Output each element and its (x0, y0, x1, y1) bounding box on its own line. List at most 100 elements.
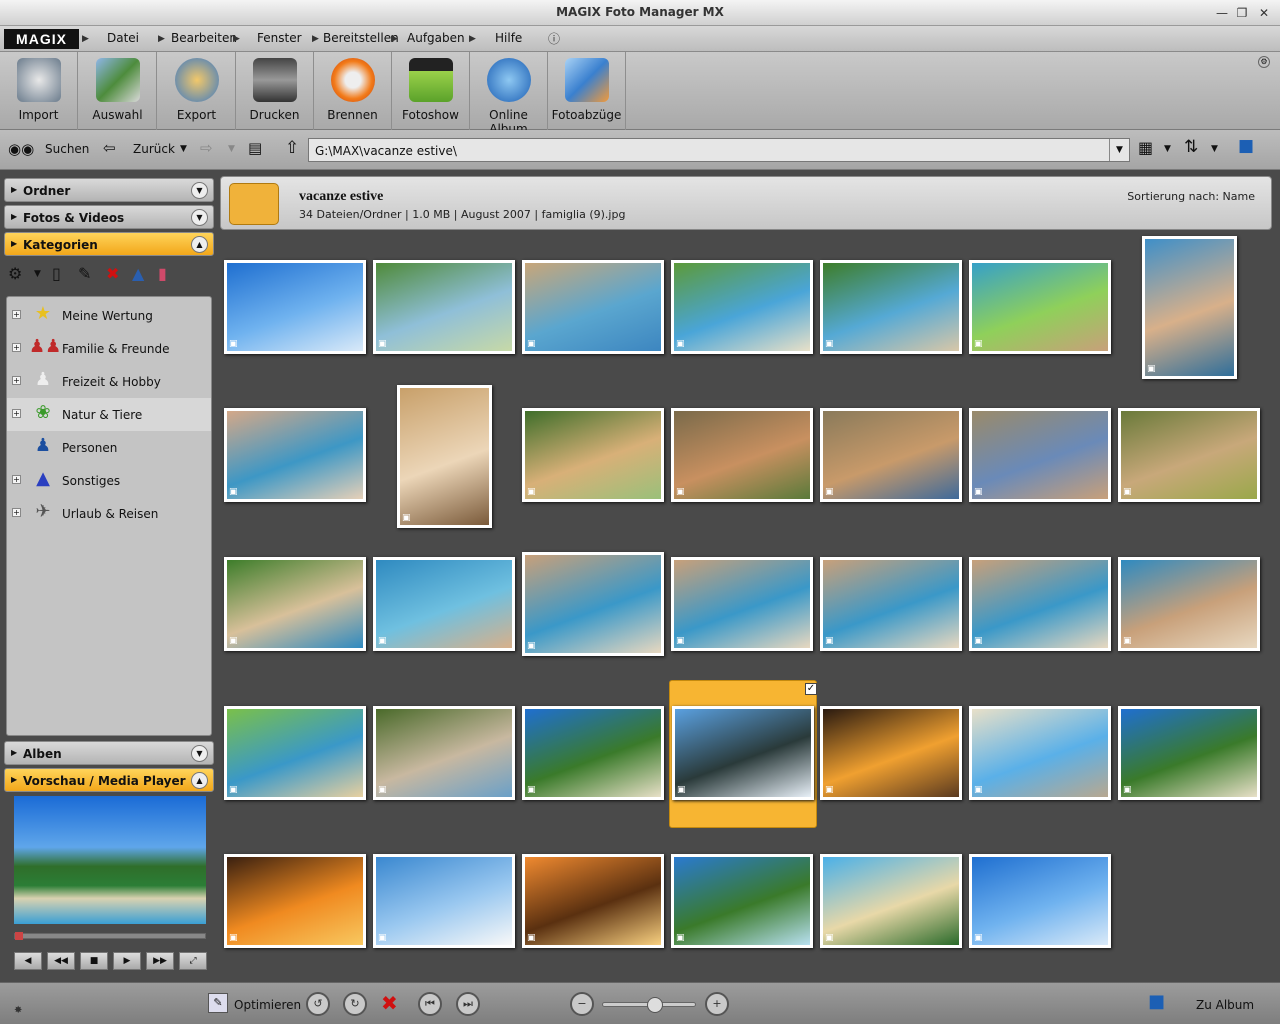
photo-thumbnail[interactable]: ▣ (671, 557, 813, 651)
photo-thumbnail[interactable]: ▣ (1118, 706, 1260, 800)
fotos-panel-header[interactable]: ▶ Fotos & Videos ▼ (4, 205, 214, 229)
photo-thumbnail[interactable]: ▣ (969, 408, 1111, 502)
forward-arrow-icon[interactable]: ⇨ (200, 139, 213, 157)
to-album-icon[interactable]: ■ (1148, 991, 1165, 1012)
eraser-icon[interactable]: ▮ (158, 264, 167, 283)
expand-plus-icon[interactable]: + (12, 376, 21, 385)
category-item[interactable]: + ★ Meine Wertung (7, 299, 211, 332)
chevron-down-icon[interactable]: ▼ (191, 182, 208, 199)
photo-thumbnail[interactable]: ▣ (522, 260, 664, 354)
checkbox-icon[interactable]: ✓ (805, 683, 817, 695)
fullscreen-icon[interactable]: ⤢ (179, 952, 207, 970)
fotoabzuege-button[interactable]: Fotoabzüge (548, 52, 626, 130)
chevron-up-icon[interactable]: ▲ (191, 772, 208, 789)
minimize-icon[interactable]: — (1214, 5, 1230, 21)
view-dropdown-icon[interactable]: ▼ (1164, 144, 1171, 154)
play-icon[interactable]: ▶ (113, 952, 141, 970)
category-item[interactable]: + ♟ Freizeit & Hobby (7, 365, 211, 398)
next-icon[interactable]: ⏭ (456, 992, 480, 1016)
restore-icon[interactable]: ❐ (1234, 5, 1250, 21)
photo-thumbnail[interactable]: ▣ (373, 854, 515, 948)
sort-icon[interactable]: ⇅ (1184, 137, 1198, 157)
kategorien-panel-header[interactable]: ▶ Kategorien ▲ (4, 232, 214, 256)
back-arrow-icon[interactable]: ⇦ (103, 139, 116, 157)
volume-icon[interactable]: ◀ (14, 952, 42, 970)
category-item[interactable]: + ❀ Natur & Tiere (7, 398, 211, 431)
photo-thumbnail[interactable]: ▣ (820, 557, 962, 651)
photo-thumbnail[interactable]: ▣ (373, 706, 515, 800)
category-item[interactable]: + ♟♟ Familie & Freunde (7, 332, 211, 365)
photo-thumbnail[interactable]: ▣ (224, 854, 366, 948)
photo-thumbnail[interactable]: ▣ (820, 854, 962, 948)
zoom-slider-handle[interactable] (647, 997, 663, 1013)
expand-plus-icon[interactable]: + (12, 409, 21, 418)
rotate-right-icon[interactable]: ↻ (343, 992, 367, 1016)
drucken-button[interactable]: Drucken (236, 52, 314, 130)
photo-thumbnail[interactable]: ▣ (224, 706, 366, 800)
menu-datei[interactable]: Datei (107, 31, 139, 45)
edit-category-icon[interactable]: ✎ (78, 264, 91, 283)
menu-aufgaben[interactable]: Aufgaben (407, 31, 465, 45)
photo-thumbnail[interactable]: ▣ (969, 706, 1111, 800)
search-button[interactable]: Suchen (45, 142, 89, 156)
alben-panel-header[interactable]: ▶ Alben ▼ (4, 741, 214, 765)
path-input[interactable]: G:\MAX\vacanze estive\ ▼ (308, 138, 1130, 162)
online-album-button[interactable]: Online Album (470, 52, 548, 136)
photo-thumbnail[interactable]: ▣ (522, 854, 664, 948)
skip-back-icon[interactable]: ◀◀ (47, 952, 75, 970)
photo-thumbnail[interactable]: ▣ (1118, 557, 1260, 651)
settings-icon[interactable]: ⚙ (1258, 56, 1270, 68)
delete-icon[interactable]: ✖ (381, 991, 398, 1015)
sort-dropdown-icon[interactable]: ▼ (1211, 144, 1218, 154)
up-arrow-icon[interactable]: ⇧ (285, 138, 299, 158)
menu-bearbeiten[interactable]: Bearbeiten (171, 31, 237, 45)
photo-thumbnail[interactable]: ▣ (969, 854, 1111, 948)
photo-thumbnail[interactable]: ▣ (522, 408, 664, 502)
gear-dropdown-icon[interactable]: ▼ (34, 269, 41, 279)
category-item[interactable]: ♟ Personen (7, 431, 211, 464)
chevron-down-icon[interactable]: ▼ (191, 745, 208, 762)
help-icon[interactable]: ⓘ (548, 30, 568, 48)
photo-thumbnail[interactable]: ▣ (671, 260, 813, 354)
stop-icon[interactable]: ■ (80, 952, 108, 970)
photo-thumbnail[interactable]: ▣ (1118, 408, 1260, 502)
playback-progress[interactable] (14, 932, 206, 940)
category-item[interactable]: + ✈ Urlaub & Reisen (7, 497, 211, 530)
zoom-out-icon[interactable]: − (570, 992, 594, 1016)
view-mode-icon[interactable]: ▦ (1138, 138, 1153, 157)
zoom-in-icon[interactable]: + (705, 992, 729, 1016)
close-icon[interactable]: ✕ (1256, 5, 1272, 21)
expand-plus-icon[interactable]: + (12, 343, 21, 352)
photo-thumbnail[interactable]: ▣ (1142, 236, 1237, 379)
forward-dropdown-icon[interactable]: ▼ (228, 144, 235, 154)
zoom-slider[interactable] (602, 997, 696, 1013)
path-dropdown-icon[interactable]: ▼ (1109, 139, 1129, 161)
photo-thumbnail[interactable]: ▣ (373, 557, 515, 651)
photo-thumbnail[interactable]: ▣ (671, 854, 813, 948)
resize-grip-icon[interactable]: ✸ (14, 1005, 22, 1016)
photo-thumbnail[interactable]: ▣ (224, 408, 366, 502)
photo-thumbnail[interactable]: ▣ (671, 408, 813, 502)
chevron-down-icon[interactable]: ▼ (191, 209, 208, 226)
ordner-panel-header[interactable]: ▶ Ordner ▼ (4, 178, 214, 202)
photo-thumbnail[interactable]: ▣ (522, 552, 664, 656)
expand-plus-icon[interactable]: + (12, 508, 21, 517)
previous-icon[interactable]: ⏮ (418, 992, 442, 1016)
fotoshow-button[interactable]: Fotoshow (392, 52, 470, 130)
back-button[interactable]: Zurück (133, 142, 175, 156)
album-book-icon[interactable]: ■ (1238, 136, 1254, 156)
optimize-button[interactable]: Optimieren (234, 998, 301, 1012)
auswahl-button[interactable]: Auswahl (79, 52, 157, 130)
new-category-icon[interactable]: ▯ (52, 264, 61, 283)
back-dropdown-icon[interactable]: ▼ (180, 144, 187, 154)
photo-thumbnail[interactable]: ▣ (820, 706, 962, 800)
delete-icon[interactable]: ✖ (106, 264, 119, 283)
import-button[interactable]: Import (0, 52, 78, 130)
vorschau-panel-header[interactable]: ▶ Vorschau / Media Player ▲ (4, 768, 214, 792)
rotate-left-icon[interactable]: ↺ (306, 992, 330, 1016)
expand-plus-icon[interactable]: + (12, 475, 21, 484)
photo-thumbnail[interactable]: ▣ (522, 706, 664, 800)
sort-label[interactable]: Sortierung nach: Name (1127, 190, 1255, 203)
optimize-icon[interactable]: ✎ (208, 993, 228, 1013)
export-button[interactable]: Export (158, 52, 236, 130)
